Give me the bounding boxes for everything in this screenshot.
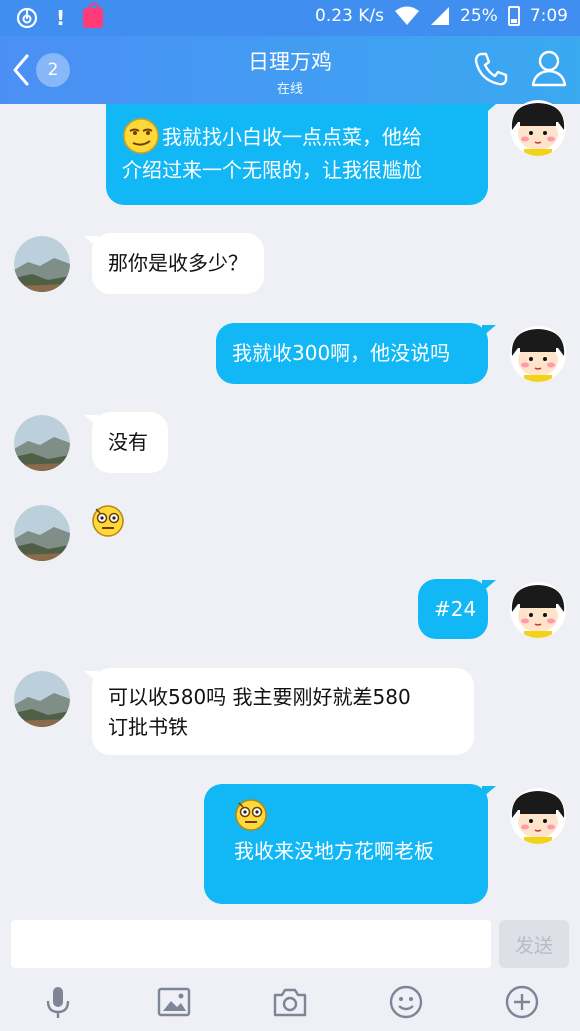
avatar-landscape-icon	[14, 236, 70, 292]
message-bubble-incoming[interactable]: 没有	[92, 412, 168, 473]
my-avatar[interactable]	[510, 788, 566, 844]
message-text: 我就收300啊，他没说吗	[232, 341, 451, 365]
microphone-icon[interactable]	[40, 984, 76, 1020]
chat-header: 2 日理万鸡 在线	[0, 36, 580, 104]
battery-icon	[507, 6, 520, 26]
contact-avatar[interactable]	[14, 415, 70, 471]
battery-percent: 25%	[460, 6, 498, 26]
message-bubble-incoming[interactable]: 可以收580吗 我主要刚好就差580 订批书铁	[92, 668, 474, 755]
alert-icon: !	[56, 6, 66, 30]
awkward-emoji[interactable]	[91, 504, 125, 538]
message-text: #24	[434, 597, 477, 621]
profile-icon[interactable]	[530, 48, 568, 88]
message-text: 那你是收多少？	[108, 251, 248, 275]
image-icon[interactable]	[156, 984, 192, 1020]
phone-icon[interactable]	[472, 50, 510, 88]
input-bar: 发送	[0, 912, 580, 974]
bubble-tail	[84, 236, 98, 248]
avatar-landscape-icon	[14, 505, 70, 561]
message-text: 我就找小白收一点点菜，他给	[162, 125, 422, 149]
message-text: 我收来没地方花啊老板	[234, 839, 434, 863]
status-bar: ! 0.23 K/s 25% 7:09	[0, 0, 580, 36]
message-bubble-outgoing[interactable]: 我就收300啊，他没说吗	[216, 323, 488, 384]
awkward-emoji	[235, 799, 267, 831]
avatar-maruko-icon	[510, 788, 566, 844]
message-bubble-outgoing[interactable]: 我收来没地方花啊老板	[204, 784, 488, 904]
plus-icon[interactable]	[504, 984, 540, 1020]
message-bubble-outgoing[interactable]: #24	[418, 579, 488, 639]
signal-icon	[431, 7, 450, 25]
avatar-maruko-icon	[510, 582, 566, 638]
message-bubble-outgoing[interactable]: 我就找小白收一点点菜，他给 介绍过来一个无限的，让我很尴尬	[106, 104, 488, 205]
contact-avatar[interactable]	[14, 236, 70, 292]
camera-icon[interactable]	[272, 984, 308, 1020]
smirk-emoji	[123, 117, 159, 154]
my-avatar[interactable]	[510, 326, 566, 382]
message-bubble-incoming[interactable]: 那你是收多少？	[92, 233, 264, 294]
network-speed: 0.23 K/s	[315, 6, 385, 26]
clock: 7:09	[529, 6, 568, 26]
message-text: 介绍过来一个无限的，让我很尴尬	[122, 157, 422, 182]
avatar-landscape-icon	[14, 671, 70, 727]
message-text: 没有	[108, 430, 148, 454]
avatar-maruko-icon	[510, 100, 566, 156]
send-button[interactable]: 发送	[499, 920, 569, 968]
contact-avatar[interactable]	[14, 505, 70, 561]
shopping-bag-icon	[83, 3, 104, 28]
contact-avatar[interactable]	[14, 671, 70, 727]
emoji-icon[interactable]	[388, 984, 424, 1020]
avatar-landscape-icon	[14, 415, 70, 471]
avatar-maruko-icon	[510, 326, 566, 382]
wifi-icon	[395, 6, 420, 25]
message-input[interactable]	[11, 920, 491, 968]
netease-music-icon	[16, 7, 38, 29]
input-toolbar	[0, 976, 580, 1031]
my-avatar[interactable]	[510, 582, 566, 638]
message-text: 可以收580吗 我主要刚好就差580	[108, 685, 411, 709]
message-text: 订批书铁	[108, 715, 188, 739]
my-avatar[interactable]	[510, 100, 566, 156]
